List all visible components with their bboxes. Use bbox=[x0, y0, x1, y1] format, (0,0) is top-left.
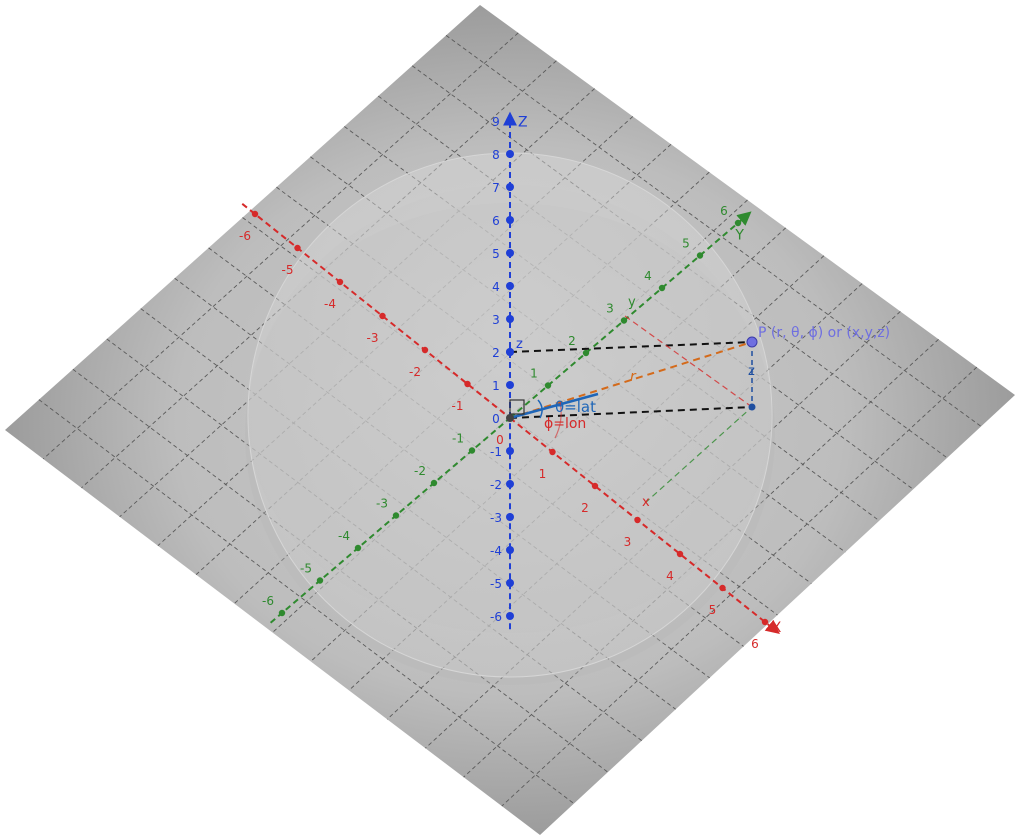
z-axis-tick-label: 5 bbox=[492, 247, 500, 261]
x-axis-tick-label: 2 bbox=[581, 501, 589, 515]
y-axis-name: Y bbox=[734, 227, 744, 243]
z-axis-tick-mark bbox=[506, 315, 514, 323]
x-axis-tick-label: -2 bbox=[409, 365, 421, 379]
z-axis-tick-mark bbox=[506, 381, 514, 389]
y-axis-tick-mark bbox=[430, 479, 438, 487]
z-point bbox=[506, 348, 514, 356]
x-axis-tick-mark bbox=[719, 584, 726, 592]
y-axis-tick-mark bbox=[620, 317, 628, 324]
z-axis-tick-label: -4 bbox=[490, 544, 502, 558]
x-axis-tick-mark bbox=[761, 618, 769, 626]
point-label: P (r, θ, ϕ) or (x,y,z) bbox=[758, 325, 890, 341]
x-axis-tick-mark bbox=[549, 448, 556, 456]
y-axis-tick-label: 2 bbox=[568, 334, 576, 348]
y-axis-tick-mark bbox=[354, 544, 362, 552]
z-axis-tick-label: 0 bbox=[492, 412, 500, 426]
z-axis-tick-mark bbox=[506, 249, 514, 257]
z-axis-mark-label: z bbox=[516, 337, 523, 352]
x-axis-tick-mark bbox=[251, 210, 259, 218]
z-axis-tick-mark bbox=[506, 480, 514, 488]
y-axis-tick-label: 6 bbox=[720, 204, 728, 218]
y-axis-tick-label: -4 bbox=[338, 529, 350, 543]
point-P bbox=[746, 336, 758, 348]
z-axis-tick-label: -2 bbox=[490, 478, 502, 492]
y-axis-tick-mark bbox=[544, 382, 552, 389]
z-axis-name: Z bbox=[518, 114, 528, 130]
z-axis-tick-label: -5 bbox=[490, 577, 502, 591]
y-axis-tick-label: 3 bbox=[606, 302, 614, 316]
y-axis-tick-mark bbox=[468, 447, 476, 454]
origin-point bbox=[506, 414, 514, 422]
x-axis-tick-mark bbox=[336, 278, 344, 286]
x-axis-tick-mark bbox=[379, 312, 386, 320]
x-axis-tick-mark bbox=[591, 482, 599, 490]
z-axis-tick-mark bbox=[506, 216, 514, 224]
ground-point bbox=[748, 403, 756, 411]
x-axis-tick-mark bbox=[464, 380, 471, 388]
phi-label: ϕ=lon bbox=[544, 416, 586, 432]
z-vertical-label: z bbox=[748, 364, 755, 379]
z-axis-tick-mark bbox=[506, 282, 514, 290]
y-axis-tick-label: -3 bbox=[376, 497, 388, 511]
z-axis-tick-label: 3 bbox=[492, 313, 500, 327]
x-axis-tick-label: 3 bbox=[624, 535, 632, 549]
z-axis-tick-mark bbox=[506, 546, 514, 554]
y-mark-label: y bbox=[628, 295, 636, 310]
z-axis-tick-mark bbox=[506, 117, 514, 125]
x-axis-tick-label: 6 bbox=[751, 637, 759, 651]
x-axis-tick-label: -3 bbox=[367, 331, 379, 345]
spherical-coordinates-diagram: -6-5-4-3-2-10123456X-6-5-4-3-2-1123456Y-… bbox=[5, 5, 1015, 835]
z-axis-tick-mark bbox=[506, 150, 514, 158]
y-axis-tick-label: 1 bbox=[530, 367, 538, 381]
z-axis-tick-label: 1 bbox=[492, 379, 500, 393]
z-axis-tick-mark bbox=[506, 612, 514, 620]
x-axis-tick-mark bbox=[634, 516, 641, 524]
y-axis-tick-label: -6 bbox=[262, 594, 274, 608]
x-axis-tick-label: -6 bbox=[239, 229, 251, 243]
z-axis-tick-label: 4 bbox=[492, 280, 500, 294]
z-axis-tick-mark bbox=[506, 447, 514, 455]
x-axis-tick-label: 4 bbox=[666, 569, 674, 583]
x-axis-name: X bbox=[772, 620, 782, 636]
y-axis-tick-label: -5 bbox=[300, 562, 312, 576]
y-axis-tick-label: 5 bbox=[682, 237, 690, 251]
x-axis-tick-label: -4 bbox=[324, 297, 336, 311]
y-axis-tick-label: -1 bbox=[452, 432, 464, 446]
z-axis-tick-label: 6 bbox=[492, 214, 500, 228]
y-axis-tick-mark bbox=[734, 219, 742, 227]
z-axis-tick-mark bbox=[506, 183, 514, 191]
x-axis-tick-label: 1 bbox=[539, 467, 547, 481]
theta-label: θ=lat bbox=[555, 398, 596, 416]
z-axis-tick-mark bbox=[506, 579, 514, 587]
y-axis-tick-mark bbox=[392, 512, 400, 519]
y-axis-tick-mark bbox=[316, 577, 324, 584]
x-mark-label: x bbox=[642, 495, 650, 510]
z-axis-tick-label: -3 bbox=[490, 511, 502, 525]
y-axis-tick-mark bbox=[658, 284, 666, 292]
z-axis-tick-label: 8 bbox=[492, 148, 500, 162]
y-axis-tick-label: -2 bbox=[414, 464, 426, 478]
z-axis-tick-label: 2 bbox=[492, 346, 500, 360]
x-axis-tick-label: 5 bbox=[709, 603, 717, 617]
x-axis-tick-label: -5 bbox=[282, 263, 294, 277]
z-axis-tick-label: -1 bbox=[490, 445, 502, 459]
y-axis-tick-mark bbox=[582, 349, 590, 357]
x-axis-tick-mark bbox=[676, 550, 684, 558]
z-axis-tick-label: -6 bbox=[490, 610, 502, 624]
x-axis-tick-mark bbox=[294, 244, 301, 252]
z-axis-tick-label: 9 bbox=[492, 115, 500, 129]
z-axis-tick-label: 7 bbox=[492, 181, 500, 195]
y-axis-tick-label: 4 bbox=[644, 269, 652, 283]
y-axis-tick-mark bbox=[278, 609, 286, 617]
x-axis-tick-label: -1 bbox=[452, 399, 464, 413]
x-axis-tick-mark bbox=[421, 346, 429, 354]
y-axis-tick-mark bbox=[696, 252, 704, 259]
z-axis-tick-mark bbox=[506, 513, 514, 521]
